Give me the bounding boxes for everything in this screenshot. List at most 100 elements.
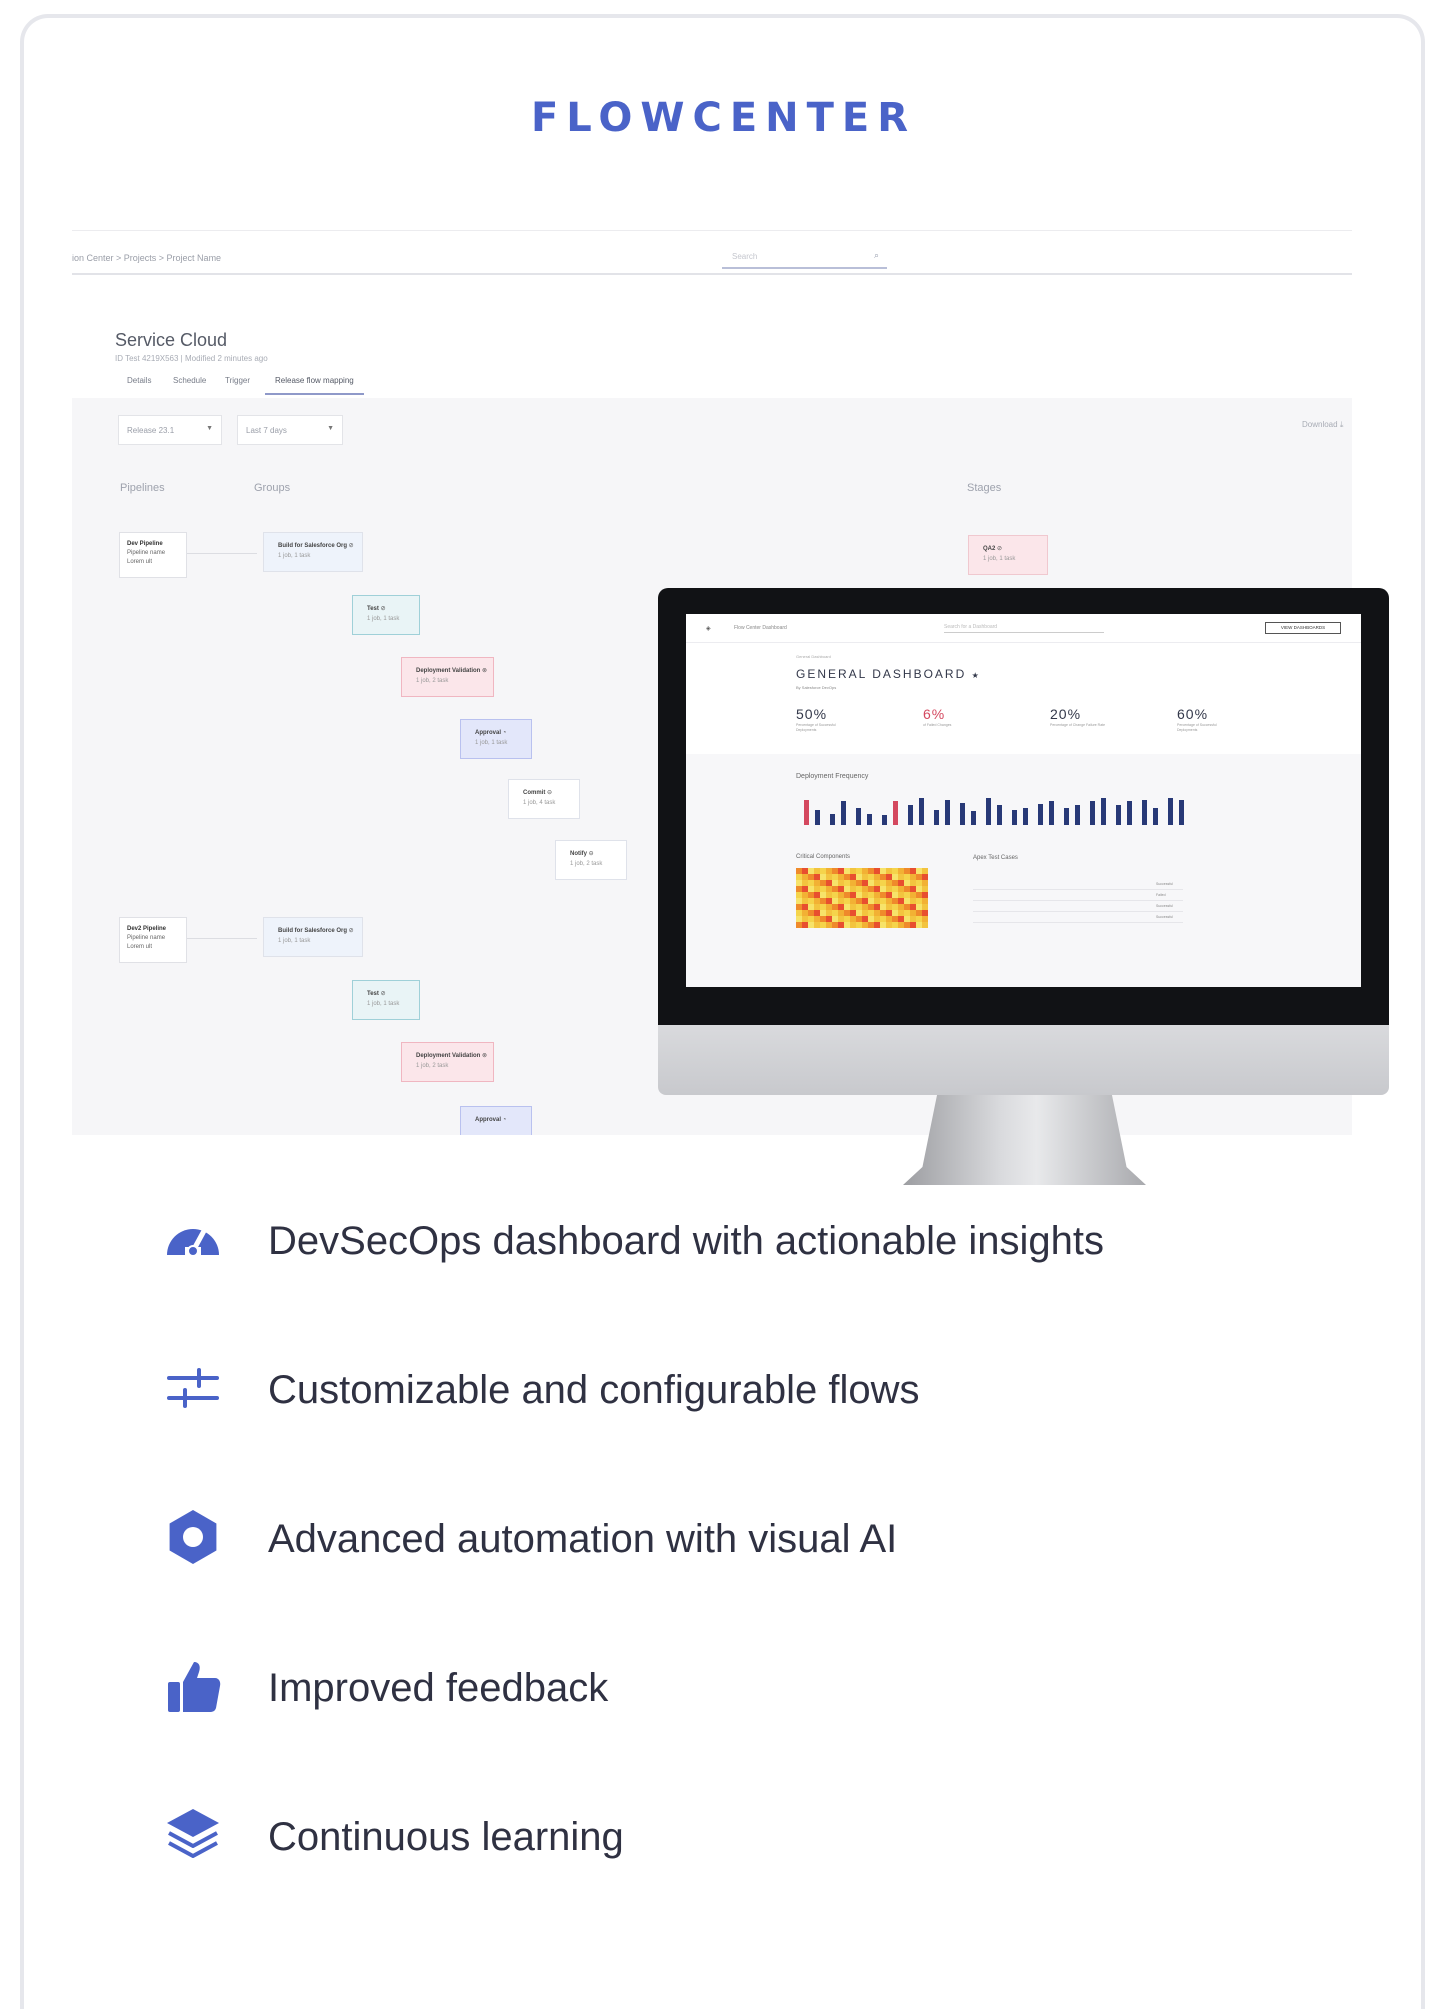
bar bbox=[1153, 808, 1158, 825]
deployment-frequency-title: Deployment Frequency bbox=[796, 773, 869, 780]
bar bbox=[908, 805, 913, 825]
feature-label: Advanced automation with visual AI bbox=[268, 1517, 898, 1561]
feature-label: DevSecOps dashboard with actionable insi… bbox=[268, 1219, 1105, 1263]
bar bbox=[997, 805, 1002, 825]
bar bbox=[1116, 805, 1121, 825]
flow-node[interactable]: Notify ⊖ 1 job, 2 task bbox=[555, 840, 627, 880]
download-link[interactable]: Download ⤓ bbox=[1302, 420, 1343, 430]
feature-item: Improved feedback bbox=[0, 1656, 1447, 1716]
bar bbox=[856, 808, 861, 825]
bar bbox=[1023, 808, 1028, 825]
bar bbox=[934, 810, 939, 825]
kpi-value: 60% bbox=[1177, 706, 1209, 722]
bar bbox=[882, 815, 887, 825]
logo-icon: ◈ bbox=[706, 626, 711, 632]
bar bbox=[945, 800, 950, 825]
tab-schedule[interactable]: Schedule bbox=[173, 376, 206, 385]
test-status: Successful bbox=[1156, 904, 1173, 908]
apex-test-cases-title: Apex Test Cases bbox=[973, 855, 1018, 861]
download-icon: ⤓ bbox=[1339, 420, 1344, 429]
stage-node[interactable]: QA2 ⊘ 1 job, 1 task bbox=[968, 535, 1048, 575]
monitor-mockup: ◈ Flow Center Dashboard Search for a Das… bbox=[658, 588, 1389, 1185]
kpi-value: 6% bbox=[923, 706, 946, 722]
bar bbox=[1142, 800, 1147, 825]
period-dropdown[interactable]: Last 7 days ▼ bbox=[237, 415, 343, 445]
bar bbox=[893, 801, 898, 825]
bar bbox=[1168, 798, 1173, 825]
critical-components-heatmap bbox=[796, 868, 928, 928]
feature-item: DevSecOps dashboard with actionable insi… bbox=[0, 1209, 1447, 1269]
feature-item: Advanced automation with visual AI bbox=[0, 1507, 1447, 1567]
kpi-caption: of Failed Changes bbox=[923, 723, 952, 727]
test-status: Successful bbox=[1156, 882, 1173, 886]
chevron-down-icon: ▼ bbox=[206, 425, 213, 432]
search-input[interactable]: Search ⌕ bbox=[722, 245, 887, 269]
sliders-icon bbox=[167, 1368, 219, 1408]
bar bbox=[986, 798, 991, 825]
flow-node[interactable]: Build for Salesforce Org ⊘ 1 job, 1 task bbox=[263, 532, 363, 572]
brand-title: FLOWCENTER bbox=[530, 95, 917, 141]
breadcrumb: ion Center > Projects > Project Name bbox=[72, 253, 222, 263]
bar bbox=[919, 798, 924, 825]
dashboard-breadcrumb: General Dashboard bbox=[796, 654, 831, 659]
page-title: Service Cloud bbox=[115, 330, 228, 350]
bar bbox=[867, 814, 872, 825]
bar bbox=[830, 814, 835, 825]
tab-trigger[interactable]: Trigger bbox=[225, 376, 250, 385]
search-icon: ⌕ bbox=[873, 250, 879, 260]
bar bbox=[960, 803, 965, 825]
dashboard-owner: By Salesforce DevOps bbox=[796, 685, 837, 690]
bar bbox=[1127, 801, 1132, 825]
star-icon: ★ bbox=[971, 671, 981, 680]
bar bbox=[1049, 801, 1054, 825]
flow-node[interactable]: Approval ◔ bbox=[460, 1106, 532, 1135]
dashboard-search-input[interactable]: Search for a Dashboard bbox=[944, 623, 1104, 633]
bar bbox=[1038, 804, 1043, 825]
bar bbox=[971, 811, 976, 825]
kpi-caption: Percentage of Change Failure Rate bbox=[1050, 723, 1106, 727]
table-row bbox=[973, 900, 1183, 901]
dashboard-title: GENERAL DASHBOARD ★ bbox=[796, 667, 981, 681]
pipeline-card[interactable]: Dev Pipeline Pipeline name Lorem ult bbox=[119, 532, 187, 578]
tab-details[interactable]: Details bbox=[127, 376, 151, 385]
dashboard-app-title: Flow Center Dashboard bbox=[734, 625, 787, 631]
app-topbar: ion Center > Projects > Project Name Sea… bbox=[72, 230, 1352, 275]
flow-node[interactable]: Test ⊘ 1 job, 1 task bbox=[352, 595, 420, 635]
layers-icon bbox=[167, 1809, 219, 1858]
chevron-down-icon: ▼ bbox=[327, 425, 334, 432]
bar bbox=[804, 800, 809, 825]
bar bbox=[1012, 810, 1017, 825]
flow-node[interactable]: Test ⊘ 1 job, 1 task bbox=[352, 980, 420, 1020]
dashboard-header: ◈ Flow Center Dashboard Search for a Das… bbox=[686, 614, 1361, 643]
tab-release-flow-mapping[interactable]: Release flow mapping bbox=[265, 376, 364, 395]
table-row bbox=[973, 911, 1183, 912]
flow-node[interactable]: Commit ⊖ 1 job, 4 task bbox=[508, 779, 580, 819]
view-dashboards-button[interactable]: VIEW DASHBOARDS bbox=[1265, 622, 1341, 634]
flow-node[interactable]: Deployment Validation ⊗ 1 job, 2 task bbox=[401, 1042, 494, 1082]
kpi-value: 20% bbox=[1050, 706, 1082, 722]
bar bbox=[1090, 801, 1095, 825]
flow-node[interactable]: Build for Salesforce Org ⊘ 1 job, 1 task bbox=[263, 917, 363, 957]
monitor-stand bbox=[903, 1095, 1146, 1185]
feature-item: Continuous learning bbox=[0, 1805, 1447, 1865]
search-placeholder: Search bbox=[732, 252, 758, 261]
release-dropdown[interactable]: Release 23.1 ▼ bbox=[118, 415, 222, 445]
dashboard-body bbox=[686, 754, 1361, 987]
test-status: Failed bbox=[1156, 893, 1166, 897]
table-row bbox=[973, 889, 1183, 890]
bar bbox=[841, 801, 846, 825]
thumbs-up-icon bbox=[168, 1662, 221, 1712]
flow-node[interactable]: Approval ◔ 1 job, 1 task bbox=[460, 719, 532, 759]
pipeline-card[interactable]: Dev2 Pipeline Pipeline name Lorem ult bbox=[119, 917, 187, 963]
bar bbox=[1101, 798, 1106, 825]
col-pipelines: Pipelines bbox=[120, 482, 165, 494]
dashboard-screen: ◈ Flow Center Dashboard Search for a Das… bbox=[686, 614, 1361, 987]
kpi-caption: Percentage of Successful Deployments bbox=[1177, 723, 1217, 732]
flow-node[interactable]: Deployment Validation ⊗ 1 job, 2 task bbox=[401, 657, 494, 697]
monitor-bezel: ◈ Flow Center Dashboard Search for a Das… bbox=[658, 588, 1389, 1025]
bar bbox=[815, 810, 820, 825]
bar bbox=[1075, 805, 1080, 825]
critical-components-title: Critical Components bbox=[796, 854, 851, 860]
feature-label: Continuous learning bbox=[268, 1815, 624, 1859]
monitor-chin bbox=[658, 1025, 1389, 1095]
